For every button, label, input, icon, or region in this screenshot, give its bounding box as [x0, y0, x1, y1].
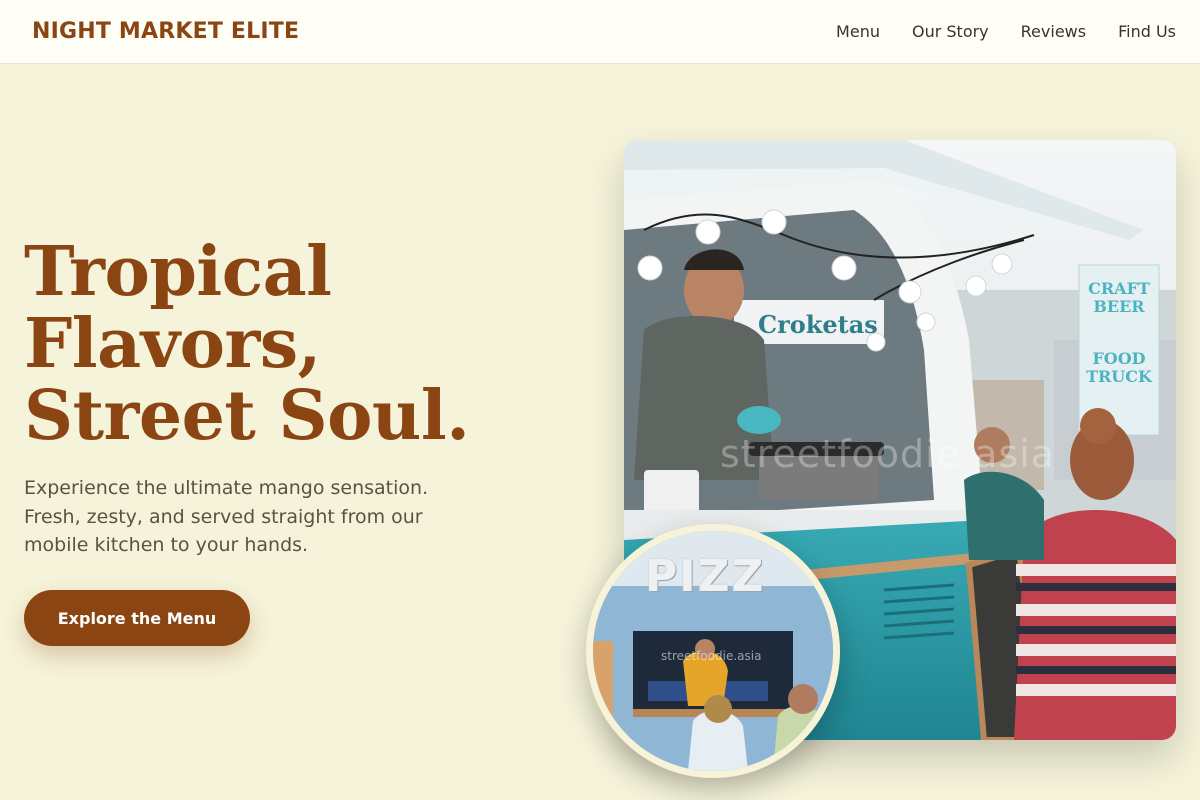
- image-watermark: streetfoodie.asia: [720, 432, 1056, 476]
- site-header: NIGHT MARKET ELITE Menu Our Story Review…: [0, 0, 1200, 64]
- croketas-sign: Croketas: [758, 310, 878, 339]
- hero-title: Tropical Flavors, Street Soul.: [24, 236, 544, 452]
- nav-link-our-story[interactable]: Our Story: [912, 22, 989, 41]
- brand-logo[interactable]: NIGHT MARKET ELITE: [32, 19, 299, 44]
- pizza-sign: PIZZ: [645, 551, 766, 602]
- explore-menu-button[interactable]: Explore the Menu: [24, 590, 250, 646]
- circle-image-watermark: streetfoodie.asia: [661, 649, 762, 663]
- hero-subtitle: Experience the ultimate mango sensation.…: [24, 477, 429, 556]
- nav-link-find-us[interactable]: Find Us: [1118, 22, 1176, 41]
- food-truck-sign: FOOD TRUCK: [1086, 349, 1152, 386]
- hero-title-line-2: Flavors,: [24, 304, 321, 384]
- nav-link-menu[interactable]: Menu: [836, 22, 880, 41]
- hero-title-line-3: Street Soul.: [24, 376, 470, 456]
- craft-beer-sign: CRAFT BEER: [1088, 279, 1150, 316]
- nav-link-reviews[interactable]: Reviews: [1021, 22, 1086, 41]
- hero-title-line-1: Tropical: [24, 232, 332, 312]
- hero-circle-image: PIZZ streetfoodie.asia: [586, 524, 840, 778]
- main-nav: Menu Our Story Reviews Find Us: [836, 22, 1176, 41]
